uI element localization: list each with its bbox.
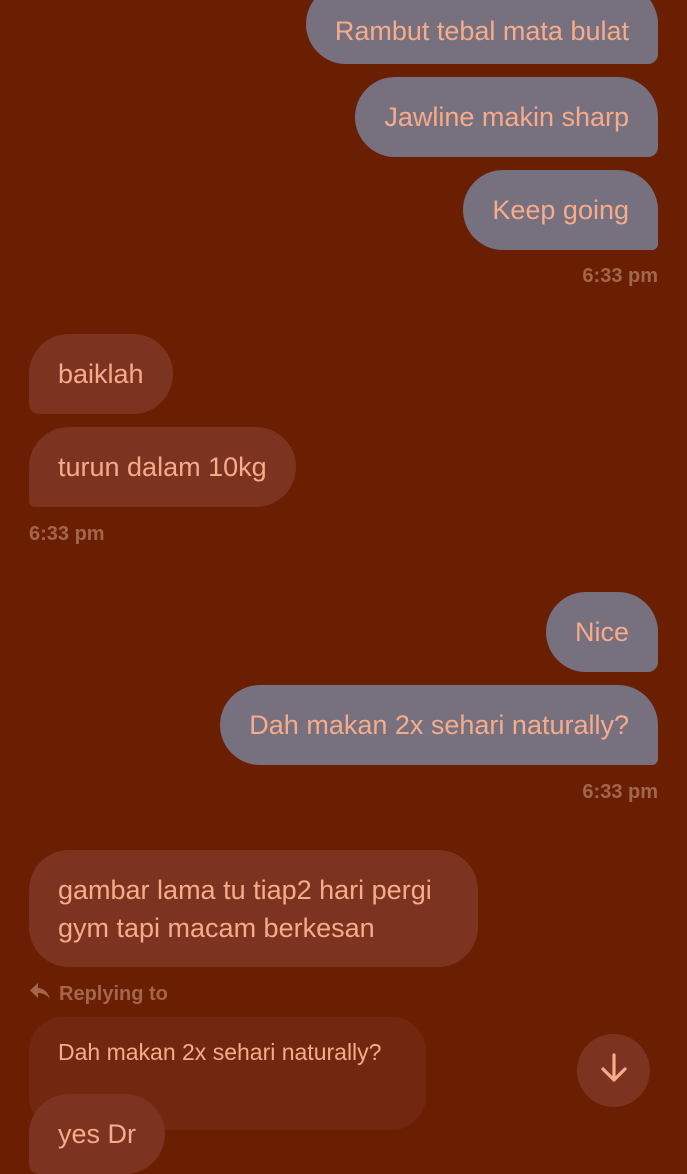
- message-outgoing[interactable]: Dah makan 2x sehari naturally?: [220, 685, 658, 765]
- message-text: Keep going: [492, 195, 629, 225]
- reply-arrow-icon: [29, 981, 51, 1007]
- message-outgoing[interactable]: Rambut tebal mata bulat: [305, 0, 658, 64]
- message-incoming[interactable]: baiklah: [29, 334, 173, 414]
- message-text: Dah makan 2x sehari naturally?: [249, 710, 629, 740]
- message-text: yes Dr: [58, 1119, 137, 1149]
- message-timestamp: 6:33 pm: [582, 265, 658, 287]
- message-timestamp: 6:33 pm: [29, 523, 105, 545]
- reply-label: Replying to: [59, 982, 168, 1005]
- message-outgoing[interactable]: Keep going: [463, 170, 658, 250]
- message-outgoing[interactable]: Jawline makin sharp: [355, 77, 658, 157]
- message-text: Rambut tebal mata bulat: [334, 16, 629, 46]
- message-text-line: gambar lama tu tiap2 hari pergi: [58, 874, 432, 905]
- message-timestamp: 6:33 pm: [582, 781, 658, 803]
- message-outgoing[interactable]: Nice: [545, 592, 658, 672]
- message-text-line: gym tapi macam berkesan: [58, 912, 375, 943]
- message-text: baiklah: [58, 359, 144, 389]
- message-text: Jawline makin sharp: [384, 102, 629, 132]
- message-incoming[interactable]: turun dalam 10kg: [29, 427, 296, 507]
- message-incoming[interactable]: gambar lama tu tiap2 hari pergi gym tapi…: [29, 850, 478, 967]
- arrow-down-icon: [597, 1051, 631, 1090]
- scroll-to-bottom-button[interactable]: [577, 1034, 650, 1107]
- message-text: turun dalam 10kg: [58, 452, 267, 482]
- quoted-text: Dah makan 2x sehari naturally?: [58, 1039, 382, 1065]
- message-text: Nice: [574, 617, 629, 647]
- reply-indicator: Replying to: [29, 981, 168, 1007]
- message-incoming[interactable]: yes Dr: [29, 1094, 166, 1174]
